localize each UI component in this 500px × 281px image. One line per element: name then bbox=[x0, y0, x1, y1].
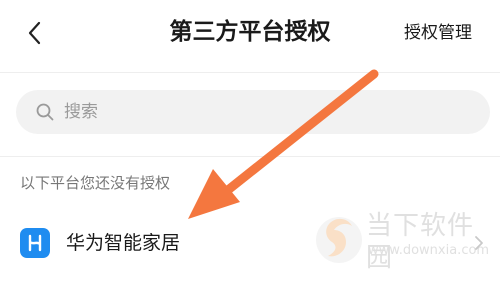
search-input[interactable]: 搜索 bbox=[16, 90, 490, 134]
huawei-smart-home-icon bbox=[20, 228, 50, 258]
authorization-management-button[interactable]: 授权管理 bbox=[404, 21, 472, 45]
search-placeholder: 搜索 bbox=[64, 102, 98, 122]
section-divider bbox=[0, 156, 500, 157]
header-divider bbox=[0, 72, 500, 73]
chevron-right-icon bbox=[475, 236, 483, 250]
header-bar: 第三方平台授权 授权管理 bbox=[0, 0, 500, 66]
app-name: 华为智能家居 bbox=[66, 232, 181, 254]
chevron-left-icon[interactable] bbox=[20, 18, 50, 48]
search-icon bbox=[36, 103, 54, 121]
section-label: 以下平台您还没有授权 bbox=[20, 174, 171, 192]
list-item-huawei-smart-home[interactable]: 华为智能家居 bbox=[0, 213, 500, 273]
